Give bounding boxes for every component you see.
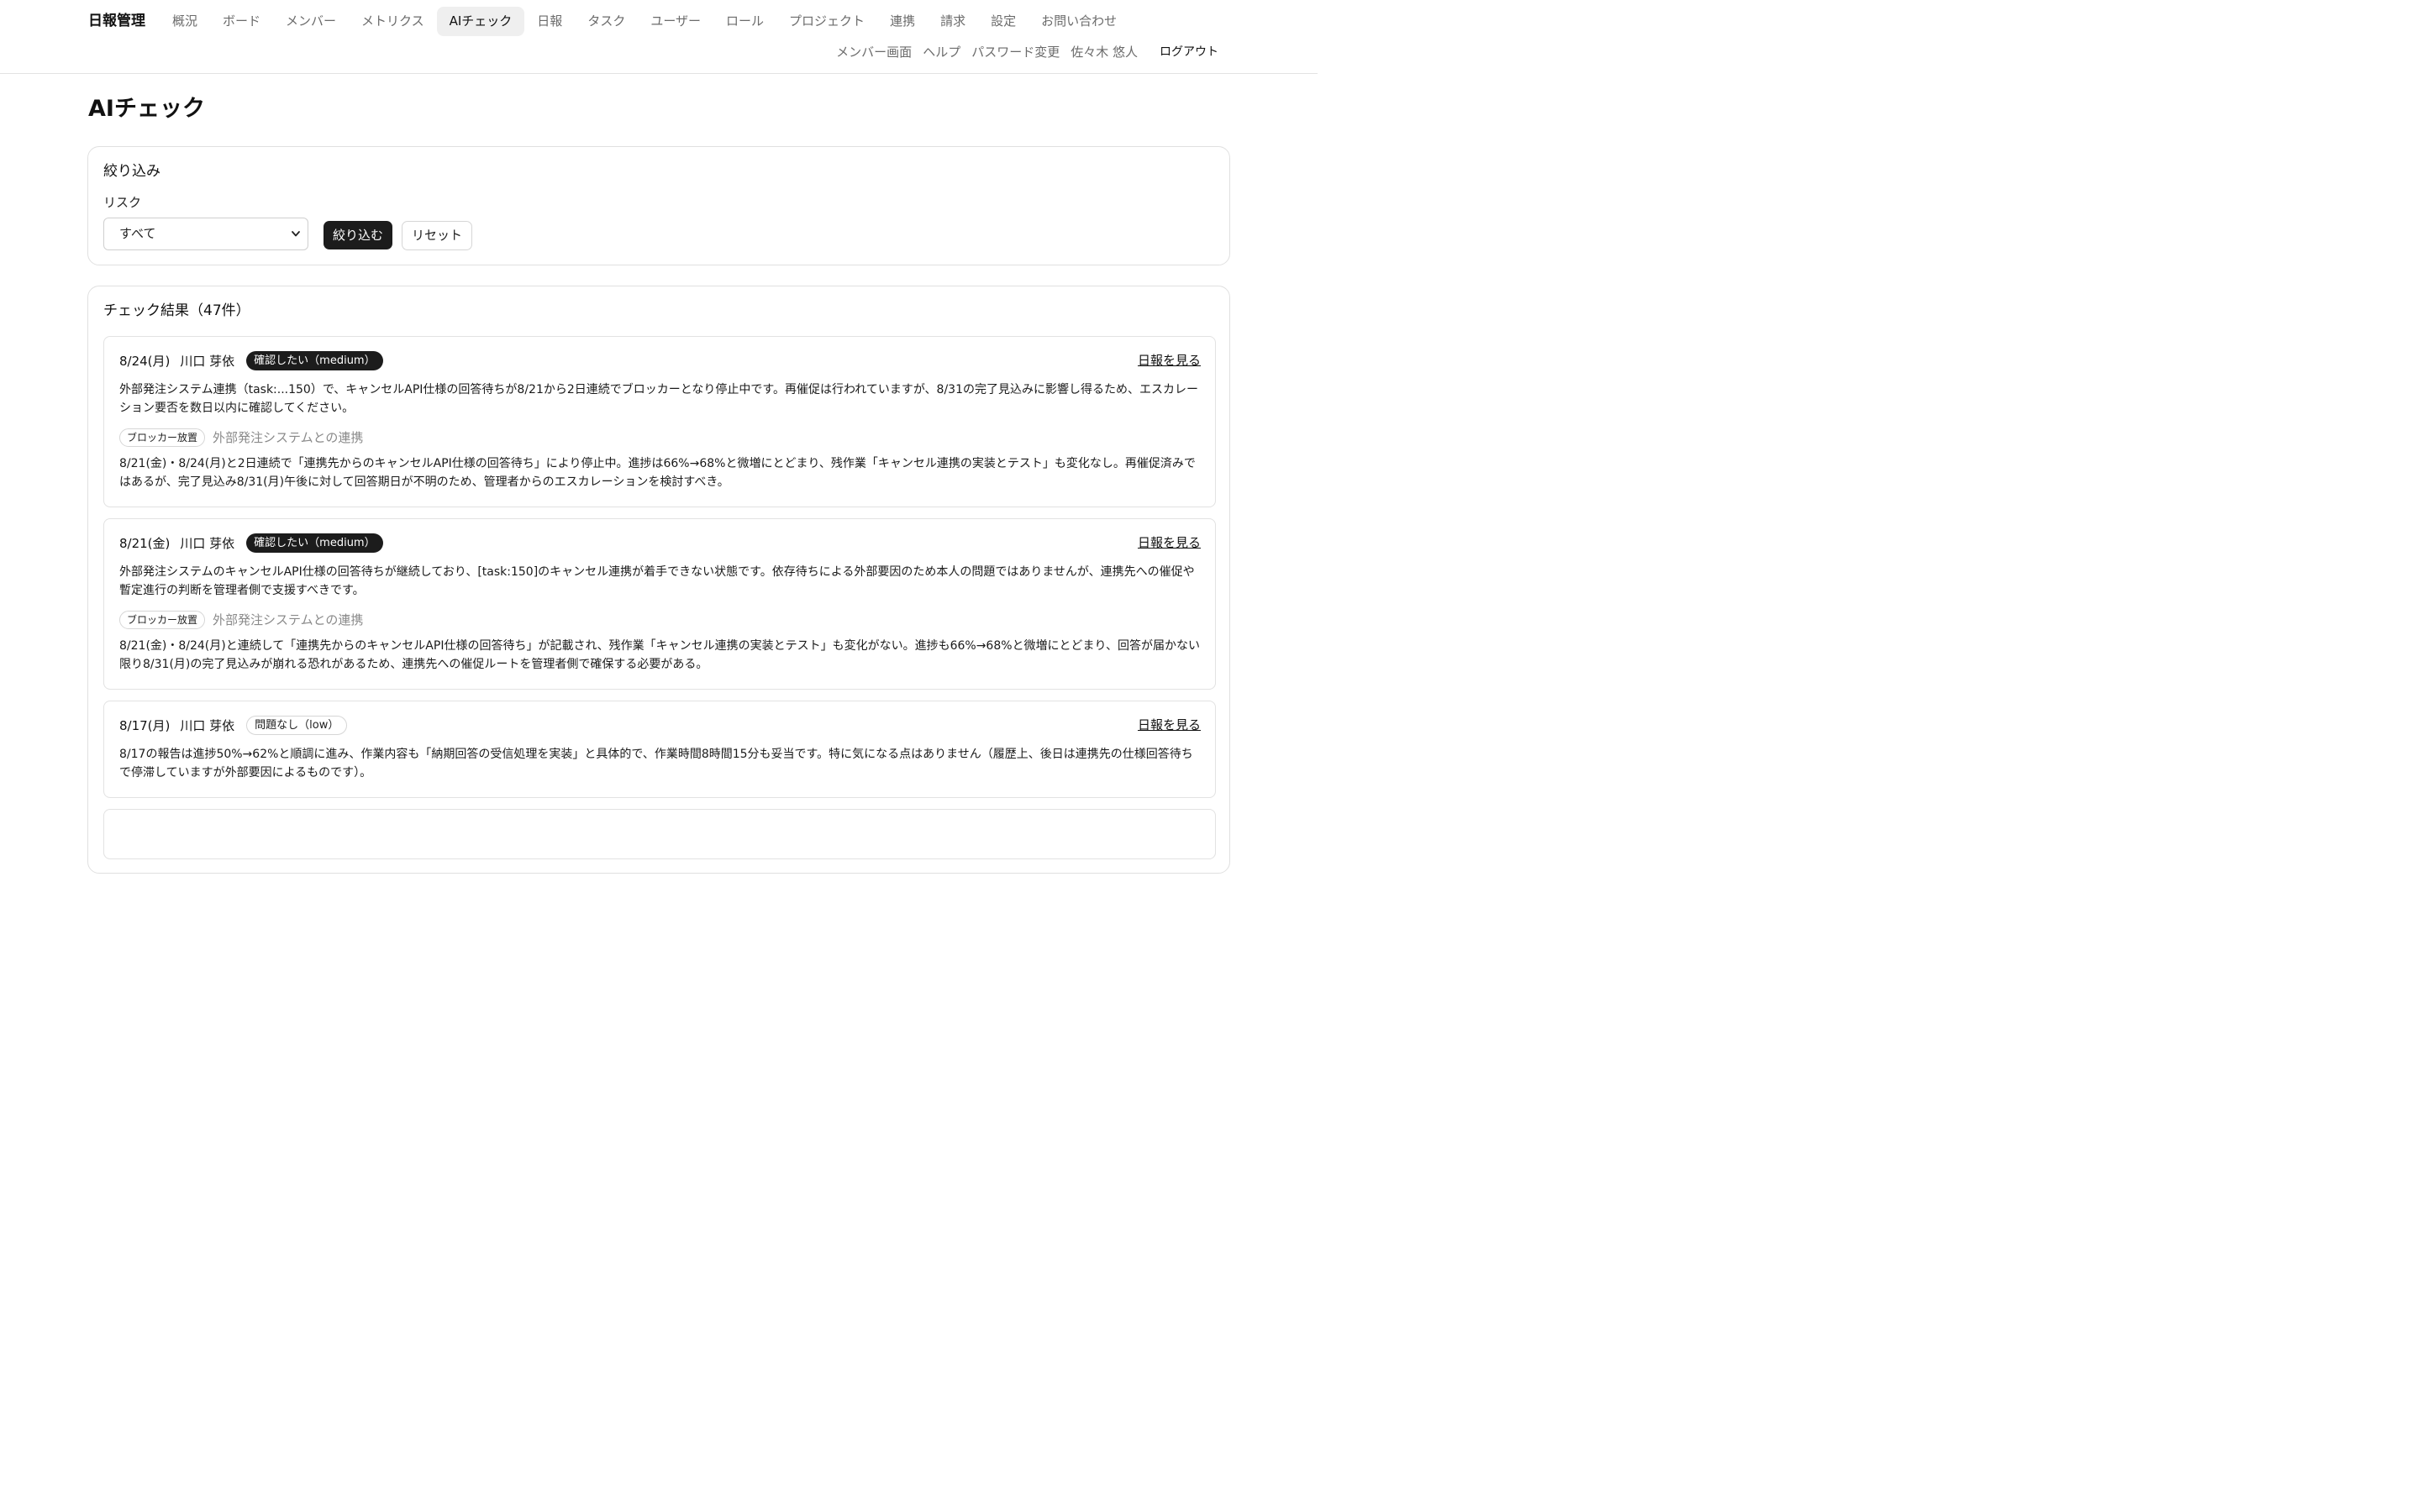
results-panel: チェック結果（47件） 8/24(月) 川口 芽依 確認したい（medium） … [87, 286, 1230, 874]
nav-item-daily-reports[interactable]: 日報 [524, 7, 575, 36]
result-summary: 外部発注システム連携（task:...150）で、キャンセルAPI仕様の回答待ち… [119, 383, 1198, 415]
nav-item-projects[interactable]: プロジェクト [776, 7, 877, 36]
result-detail: 8/21(金)・8/24(月)と連続して「連携先からのキャンセルAPI仕様の回答… [119, 639, 1200, 671]
nav-item-roles[interactable]: ロール [713, 7, 776, 36]
nav-item-board[interactable]: ボード [210, 7, 273, 36]
check-result-item: 8/17(月) 川口 芽依 問題なし（low） 日報を見る 8/17の報告は進捗… [103, 701, 1216, 798]
reset-filter-button[interactable]: リセット [402, 221, 473, 250]
nav-item-overview[interactable]: 概況 [160, 7, 210, 36]
member-name: 川口 芽依 [180, 353, 235, 369]
risk-badge: 確認したい（medium） [246, 351, 383, 370]
nav-item-settings[interactable]: 設定 [978, 7, 1028, 36]
report-date: 8/17(月) [119, 717, 171, 733]
check-result-item [103, 809, 1216, 859]
report-date: 8/24(月) [119, 353, 171, 369]
filter-panel-title: 絞り込み [103, 163, 160, 180]
issue-tag-row: ブロッカー放置 外部発注システムとの連携 [119, 428, 363, 447]
page-title: AIチェック [88, 96, 205, 122]
check-result-item: 8/24(月) 川口 芽依 確認したい（medium） 日報を見る 外部発注シス… [103, 336, 1216, 507]
risk-badge: 問題なし（low） [246, 716, 348, 735]
member-name: 川口 芽依 [180, 717, 235, 733]
nav-item-users[interactable]: ユーザー [638, 7, 713, 36]
risk-select-value: すべて [119, 226, 156, 241]
risk-select[interactable]: すべて [103, 218, 308, 250]
view-report-link[interactable]: 日報を見る [1138, 533, 1201, 552]
view-report-link[interactable]: 日報を見る [1138, 716, 1201, 734]
member-name: 川口 芽依 [180, 535, 235, 551]
top-navigation-bar: 日報管理 概況 ボード メンバー メトリクス AIチェック 日報 タスク ユーザ… [0, 0, 1318, 74]
logout-button[interactable]: ログアウト [1160, 44, 1218, 60]
report-date: 8/21(金) [119, 535, 171, 551]
change-password-link[interactable]: パスワード変更 [971, 44, 1060, 60]
results-title: チェック結果（47件） [103, 302, 250, 319]
nav-item-members[interactable]: メンバー [273, 7, 349, 36]
app-brand[interactable]: 日報管理 [88, 12, 145, 30]
result-header: 8/17(月) 川口 芽依 問題なし（low） [119, 716, 348, 735]
chevron-down-icon [291, 218, 301, 262]
result-summary: 8/17の報告は進捗50%→62%と順調に進み、作業内容も「納期回答の受信処理を… [119, 748, 1193, 780]
nav-item-integrations[interactable]: 連携 [877, 7, 928, 36]
issue-context: 外部発注システムとの連携 [213, 430, 364, 445]
check-result-item: 8/21(金) 川口 芽依 確認したい（medium） 日報を見る 外部発注シス… [103, 518, 1216, 690]
issue-tag: ブロッカー放置 [119, 428, 206, 447]
nav-item-contact[interactable]: お問い合わせ [1028, 7, 1129, 36]
current-user-name: 佐々木 悠人 [1071, 45, 1138, 60]
result-header: 8/24(月) 川口 芽依 確認したい（medium） [119, 351, 383, 370]
issue-context: 外部発注システムとの連携 [213, 612, 364, 627]
issue-tag: ブロッカー放置 [119, 611, 206, 629]
main-nav: 概況 ボード メンバー メトリクス AIチェック 日報 タスク ユーザー ロール… [160, 7, 1129, 36]
result-header: 8/21(金) 川口 芽依 確認したい（medium） [119, 533, 383, 553]
nav-item-billing[interactable]: 請求 [928, 7, 978, 36]
risk-label: リスク [103, 195, 142, 210]
risk-badge: 確認したい（medium） [246, 533, 383, 553]
user-subnav: メンバー画面 ヘルプ パスワード変更 佐々木 悠人 ログアウト [825, 44, 1218, 60]
member-view-link[interactable]: メンバー画面 [836, 44, 912, 60]
nav-item-metrics[interactable]: メトリクス [349, 7, 437, 36]
result-summary: 外部発注システムのキャンセルAPI仕様の回答待ちが継続しており、[task:15… [119, 565, 1195, 597]
nav-item-tasks[interactable]: タスク [575, 7, 638, 36]
result-detail: 8/21(金)・8/24(月)と2日連続で「連携先からのキャンセルAPI仕様の回… [119, 457, 1196, 489]
filter-panel: 絞り込み リスク すべて 絞り込む リセット [87, 146, 1230, 265]
nav-item-ai-check[interactable]: AIチェック [436, 7, 525, 36]
view-report-link[interactable]: 日報を見る [1138, 351, 1201, 370]
issue-tag-row: ブロッカー放置 外部発注システムとの連携 [119, 611, 363, 629]
help-link[interactable]: ヘルプ [923, 44, 960, 60]
apply-filter-button[interactable]: 絞り込む [324, 221, 393, 249]
